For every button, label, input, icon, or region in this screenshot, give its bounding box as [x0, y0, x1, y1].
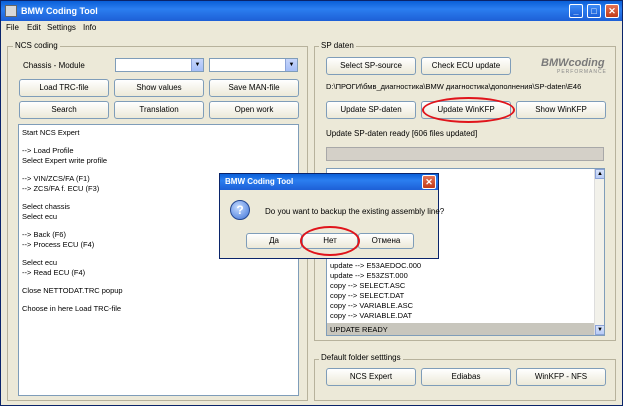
close-icon: ✕	[425, 177, 433, 187]
log-line: copy --> SELECT.DAT	[330, 291, 405, 300]
log-line: update --> E53AEDOC.000	[330, 261, 422, 270]
log-line: copy --> VARIABLE.DAT	[330, 311, 413, 320]
highlight-circle	[300, 226, 360, 256]
save-man-button[interactable]: Save MAN-file	[209, 79, 299, 97]
chassis-dropdown[interactable]: ▼	[115, 58, 204, 72]
translation-button[interactable]: Translation	[114, 101, 204, 119]
ncs-log-textbox[interactable]: Start NCS Expert --> Load Profile Select…	[18, 124, 299, 396]
scroll-up-icon[interactable]: ▲	[595, 169, 604, 179]
bmwcoding-logo: BMWcoding	[541, 57, 605, 69]
log-line: --> Load Profile	[22, 146, 74, 155]
log-line: Select Expert write profile	[22, 156, 108, 165]
menu-bar: File Edit Settings Info	[1, 21, 622, 35]
bmwcoding-logo-sub: PERFORMANCE	[557, 69, 607, 75]
select-sp-source-button[interactable]: Select SP-source	[326, 57, 416, 75]
search-button[interactable]: Search	[19, 101, 109, 119]
highlight-circle	[422, 97, 515, 123]
dialog-title: BMW Coding Tool	[225, 177, 294, 186]
scroll-down-icon[interactable]: ▼	[595, 325, 604, 335]
log-line: Select chassis	[22, 202, 70, 211]
chevron-down-icon: ▼	[285, 59, 297, 71]
log-line: --> Process ECU (F4)	[22, 240, 95, 249]
cancel-button[interactable]: Отмена	[358, 233, 414, 249]
app-icon	[5, 5, 17, 17]
menu-settings[interactable]: Settings	[47, 23, 76, 32]
winkfp-nfs-button[interactable]: WinKFP - NFS	[516, 368, 606, 386]
log-line: UPDATE READY	[330, 325, 388, 334]
menu-edit[interactable]: Edit	[27, 23, 41, 32]
dialog-close-button[interactable]: ✕	[422, 175, 436, 189]
log-line: copy --> SELECT.ASC	[330, 281, 406, 290]
open-work-button[interactable]: Open work	[209, 101, 299, 119]
sp-status-text: Update SP-daten ready [606 files updated…	[326, 129, 478, 138]
update-sp-daten-button[interactable]: Update SP-daten	[326, 101, 416, 119]
question-icon: ?	[230, 200, 250, 220]
dialog-title-bar: BMW Coding Tool ✕	[220, 174, 438, 190]
show-values-button[interactable]: Show values	[114, 79, 204, 97]
log-line: update --> E53ZST.000	[330, 271, 408, 280]
ncs-expert-button[interactable]: NCS Expert	[326, 368, 416, 386]
maximize-button[interactable]: □	[587, 4, 601, 18]
chassis-module-label: Chassis - Module	[23, 61, 85, 70]
log-line: --> VIN/ZCS/FA (F1)	[22, 174, 90, 183]
backup-dialog: BMW Coding Tool ✕ ? Do you want to backu…	[219, 173, 444, 259]
selected-log-row: UPDATE READY	[327, 323, 594, 335]
log-line: Select ecu	[22, 258, 58, 267]
log-line: Start NCS Expert	[22, 128, 80, 137]
log-line: --> ZCS/FA f. ECU (F3)	[22, 184, 100, 193]
ediabas-button[interactable]: Ediabas	[421, 368, 511, 386]
log-line: Select ecu	[22, 212, 58, 221]
module-dropdown[interactable]: ▼	[209, 58, 298, 72]
check-ecu-update-button[interactable]: Check ECU update	[421, 57, 511, 75]
main-window: BMW Coding Tool _ □ ✕ File Edit Settings…	[0, 0, 623, 406]
close-button[interactable]: ✕	[605, 4, 619, 18]
log-line: --> Back (F6)	[22, 230, 66, 239]
title-bar: BMW Coding Tool _ □ ✕	[1, 1, 622, 21]
menu-info[interactable]: Info	[83, 23, 96, 32]
show-winkfp-button[interactable]: Show WinKFP	[516, 101, 606, 119]
ncs-coding-label: NCS coding	[13, 41, 60, 50]
dialog-message: Do you want to backup the existing assem…	[265, 207, 445, 216]
sp-daten-label: SP daten	[319, 41, 356, 50]
vertical-scrollbar[interactable]: ▲ ▼	[594, 169, 604, 335]
minimize-button[interactable]: _	[569, 4, 583, 18]
load-trc-button[interactable]: Load TRC-file	[19, 79, 109, 97]
window-title: BMW Coding Tool	[21, 6, 98, 16]
yes-button[interactable]: Да	[246, 233, 302, 249]
sp-path-text: D:\ПРОГИ\бмв_диагностика\BMW диагностика…	[326, 82, 582, 91]
menu-file[interactable]: File	[6, 23, 19, 32]
log-line: Choose in here Load TRC-file	[22, 304, 122, 313]
log-line: Close NETTODAT.TRC popup	[22, 286, 123, 295]
sp-progress-bar	[326, 147, 604, 161]
chevron-down-icon: ▼	[191, 59, 203, 71]
default-folder-label: Default folder setttings	[319, 353, 403, 362]
log-line: --> Read ECU (F4)	[22, 268, 86, 277]
log-line: copy --> VARIABLE.ASC	[330, 301, 414, 310]
